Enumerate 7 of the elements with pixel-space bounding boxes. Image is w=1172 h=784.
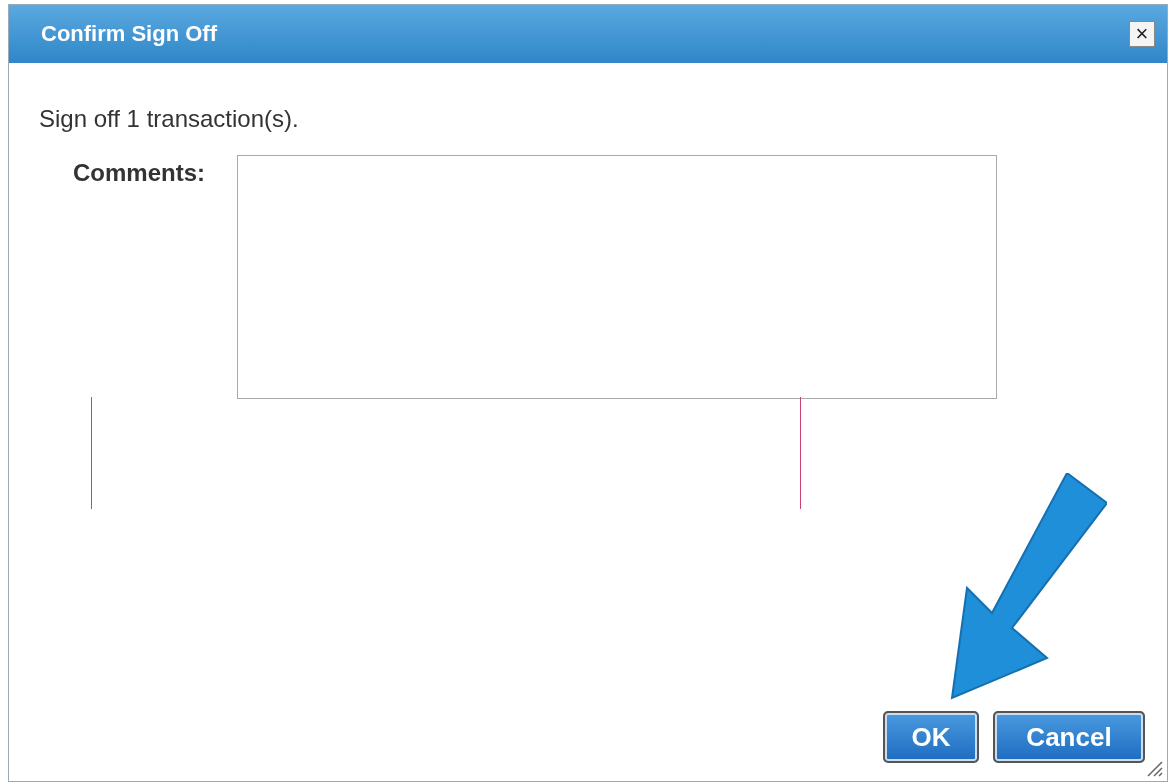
comments-field[interactable]: [237, 155, 997, 399]
message-text: Sign off 1 transaction(s).: [39, 105, 300, 133]
dialog-title: Confirm Sign Off: [41, 21, 217, 47]
comments-label: Comments:: [72, 159, 206, 187]
close-button[interactable]: ×: [1129, 21, 1155, 47]
ok-button[interactable]: OK: [883, 711, 979, 763]
cancel-button[interactable]: Cancel: [993, 711, 1145, 763]
